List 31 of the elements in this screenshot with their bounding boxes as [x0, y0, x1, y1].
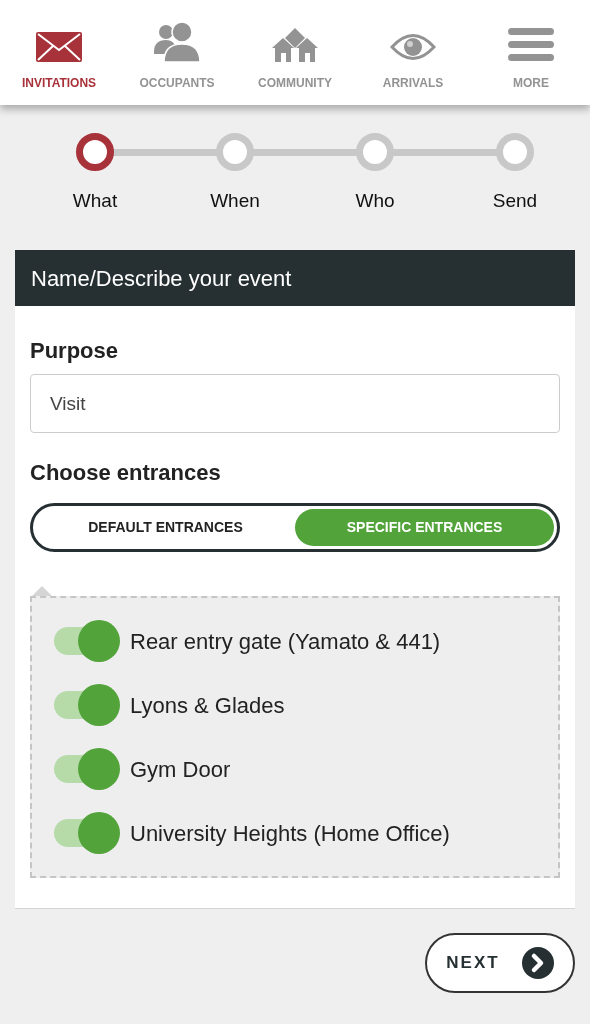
chevron-right-icon: [521, 947, 554, 979]
entrance-toggle[interactable]: [54, 812, 120, 854]
pointer-icon: [32, 586, 52, 596]
entrance-name: Gym Door: [130, 755, 231, 784]
envelope-icon: [36, 32, 82, 62]
nav-tab[interactable]: COMMUNITY: [236, 0, 354, 105]
segment-option[interactable]: DEFAULT ENTRANCES: [36, 509, 295, 546]
purpose-field[interactable]: Visit: [30, 374, 560, 433]
nav-tab[interactable]: INVITATIONS: [0, 0, 118, 105]
people-icon: [154, 22, 200, 62]
nav-tab[interactable]: MORE: [472, 0, 590, 105]
step-label: Who: [355, 189, 395, 213]
step-label: Send: [492, 189, 538, 213]
houses-icon: [272, 28, 318, 62]
segment-option[interactable]: SPECIFIC ENTRANCES: [295, 509, 554, 546]
nav-tab[interactable]: ARRIVALS: [354, 0, 472, 105]
entrance-toggle[interactable]: [54, 684, 120, 726]
entrance-name: Lyons & Glades: [130, 691, 285, 720]
next-button[interactable]: NEXT: [425, 933, 575, 993]
step-label: What: [72, 189, 118, 213]
step-label: When: [210, 189, 260, 213]
menu-icon: [508, 28, 554, 62]
purpose-label: Purpose: [30, 340, 120, 362]
entrances-label: Choose entrances: [30, 462, 222, 484]
nav-tab[interactable]: OCCUPANTS: [118, 0, 236, 105]
entrance-name: University Heights (Home Office): [130, 819, 450, 848]
entrance-toggle[interactable]: [54, 748, 120, 790]
entrance-toggle[interactable]: [54, 620, 120, 662]
card-title: Name/Describe your event: [31, 264, 292, 293]
eye-icon: [390, 32, 436, 62]
entrance-name: Rear entry gate (Yamato & 441): [130, 627, 441, 656]
